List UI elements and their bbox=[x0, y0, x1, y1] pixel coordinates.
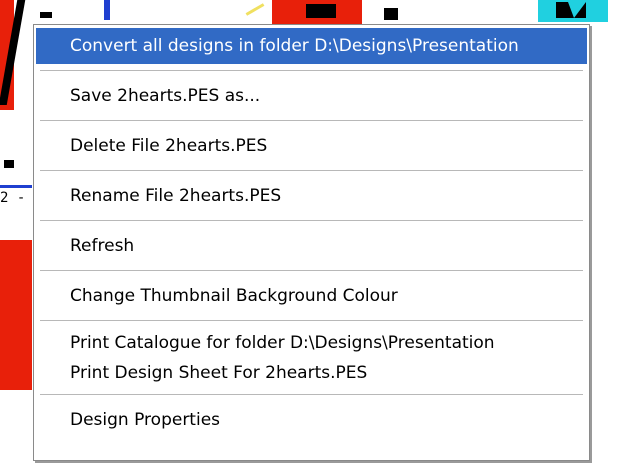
menu-separator bbox=[40, 320, 583, 321]
menu-item-change-thumbnail-background[interactable]: Change Thumbnail Background Colour bbox=[36, 278, 587, 314]
thumbnail-label-underline bbox=[0, 185, 32, 188]
thumbnail-fragment-lower-left bbox=[0, 240, 32, 390]
menu-separator bbox=[40, 120, 583, 121]
menu-item-refresh[interactable]: Refresh bbox=[36, 228, 587, 264]
menu-separator bbox=[40, 270, 583, 271]
menu-item-delete-file[interactable]: Delete File 2hearts.PES bbox=[36, 128, 587, 164]
menu-separator bbox=[40, 70, 583, 71]
thumbnail-mark-blue bbox=[104, 0, 110, 20]
menu-separator bbox=[40, 170, 583, 171]
menu-item-convert-all-designs[interactable]: Convert all designs in folder D:\Designs… bbox=[36, 28, 587, 64]
menu-separator bbox=[40, 394, 583, 395]
menu-item-rename-file[interactable]: Rename File 2hearts.PES bbox=[36, 178, 587, 214]
thumbnail-mark-dot bbox=[4, 160, 14, 168]
thumbnail-mark-black-2 bbox=[384, 8, 398, 20]
thumbnail-label-fragment: 2 - bbox=[0, 190, 26, 206]
thumbnail-mark-black bbox=[306, 4, 336, 18]
menu-item-print-catalogue[interactable]: Print Catalogue for folder D:\Designs\Pr… bbox=[36, 328, 587, 358]
menu-item-save-as[interactable]: Save 2hearts.PES as... bbox=[36, 78, 587, 114]
thumbnail-fragment-top-right bbox=[538, 0, 608, 22]
menu-item-print-design-sheet[interactable]: Print Design Sheet For 2hearts.PES bbox=[36, 358, 587, 388]
menu-item-design-properties[interactable]: Design Properties bbox=[36, 402, 587, 438]
menu-separator bbox=[40, 220, 583, 221]
thumbnail-mark bbox=[40, 12, 52, 18]
context-menu: Convert all designs in folder D:\Designs… bbox=[33, 24, 590, 461]
thumbnail-mark-yellow bbox=[245, 3, 265, 16]
